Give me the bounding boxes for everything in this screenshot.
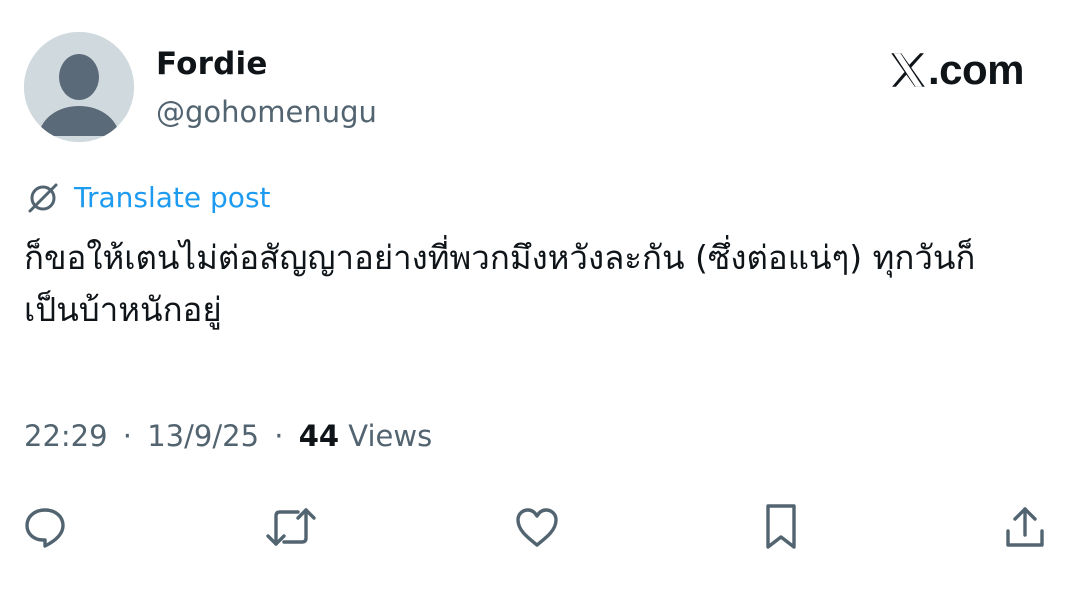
views-label: Views — [348, 419, 433, 453]
views-count: 44 — [298, 419, 340, 453]
bookmark-icon — [766, 504, 796, 549]
repost-icon — [266, 508, 316, 546]
translate-post-label: Translate post — [74, 181, 271, 214]
reply-button[interactable] — [18, 500, 72, 554]
post-time[interactable]: 22:29 — [24, 419, 108, 453]
meta-separator: · — [274, 419, 284, 453]
share-icon — [1006, 507, 1044, 547]
like-button[interactable] — [510, 500, 564, 554]
meta-separator: · — [122, 419, 133, 453]
post-date[interactable]: 13/9/25 — [147, 419, 259, 453]
reply-icon — [25, 508, 65, 548]
post-text: ก็ขอให้เตนไม่ต่อสัญญาอย่างที่พวกมึงหวังล… — [24, 238, 976, 329]
post-meta: 22:29 · 13/9/25 · 44 Views — [24, 416, 432, 456]
user-handle[interactable]: @gohomenugu — [156, 92, 377, 132]
brand-logo: .com — [889, 44, 1025, 96]
repost-button[interactable] — [264, 500, 318, 554]
brand-text: .com — [927, 46, 1025, 93]
avatar[interactable] — [24, 32, 134, 142]
globe-translate-icon — [28, 183, 58, 213]
heart-icon — [516, 508, 558, 547]
display-name[interactable]: Fordie — [156, 44, 268, 84]
translate-post-link[interactable]: Translate post — [26, 180, 271, 216]
default-avatar-icon — [24, 32, 134, 142]
share-button[interactable] — [998, 500, 1052, 554]
x-logo-icon — [891, 53, 925, 87]
bookmark-button[interactable] — [754, 500, 808, 554]
action-bar — [0, 500, 1070, 554]
